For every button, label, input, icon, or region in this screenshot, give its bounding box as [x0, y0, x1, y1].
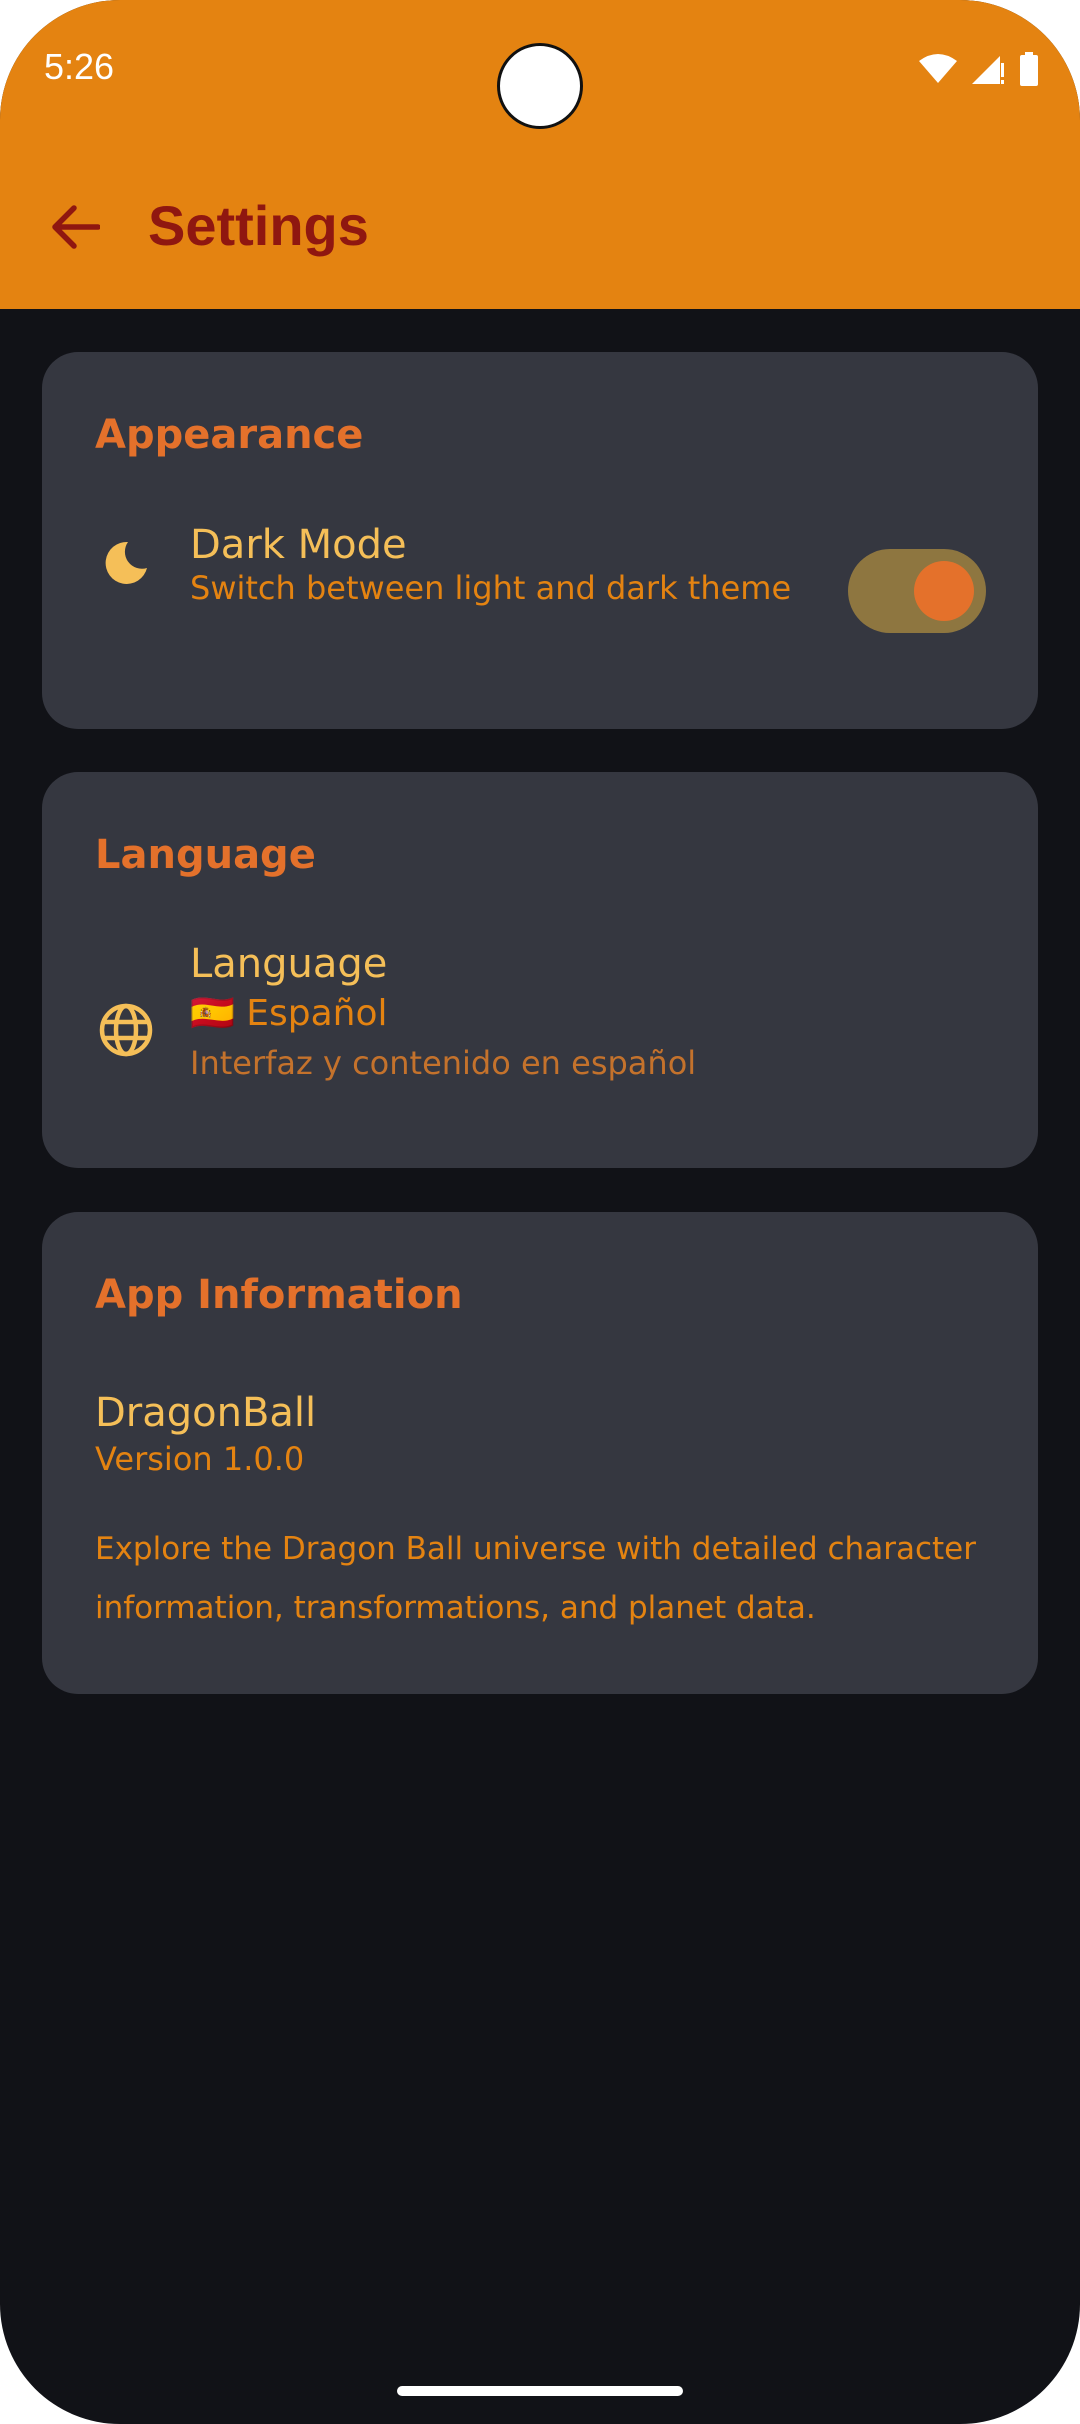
page-title: Settings: [148, 194, 369, 257]
battery-icon: [1018, 52, 1040, 91]
arrow-back-icon: [52, 205, 100, 249]
camera-cutout: [497, 43, 583, 129]
language-title: Language: [190, 941, 388, 987]
status-time: 5:26: [44, 46, 115, 87]
back-button[interactable]: [38, 190, 112, 264]
dark-mode-subtitle: Switch between light and dark theme: [190, 569, 792, 607]
app-version: Version 1.0.0: [95, 1440, 305, 1478]
home-indicator[interactable]: [397, 2386, 683, 2396]
phone-screen: 5:26 Settings Appearance Dark Mode Switc…: [0, 0, 1080, 2424]
language-description: Interfaz y contenido en español: [190, 1044, 697, 1082]
moon-icon: [100, 538, 150, 588]
language-row[interactable]: Language 🇪🇸 Español Interfaz y contenido…: [42, 941, 1038, 1142]
appearance-card: Appearance Dark Mode Switch between ligh…: [42, 352, 1038, 729]
language-header: Language: [95, 832, 316, 878]
status-bar: 5:26: [0, 0, 1080, 140]
app-description: Explore the Dragon Ball universe with de…: [95, 1531, 976, 1626]
globe-icon: [98, 1002, 154, 1058]
dark-mode-toggle[interactable]: [848, 549, 986, 633]
dark-mode-title: Dark Mode: [190, 522, 407, 568]
signal-icon: [970, 53, 1006, 90]
app-info-header: App Information: [95, 1272, 463, 1318]
app-name: DragonBall: [95, 1390, 317, 1436]
appearance-header: Appearance: [95, 412, 364, 458]
toggle-knob: [914, 561, 974, 621]
status-icons: [918, 52, 1040, 91]
language-card: Language Language 🇪🇸 Español Interfaz y …: [42, 772, 1038, 1168]
app-info-card: App Information DragonBall Version 1.0.0…: [42, 1212, 1038, 1694]
wifi-icon: [918, 53, 958, 90]
app-bar: 5:26 Settings: [0, 0, 1080, 309]
language-current: 🇪🇸 Español: [190, 993, 388, 1034]
